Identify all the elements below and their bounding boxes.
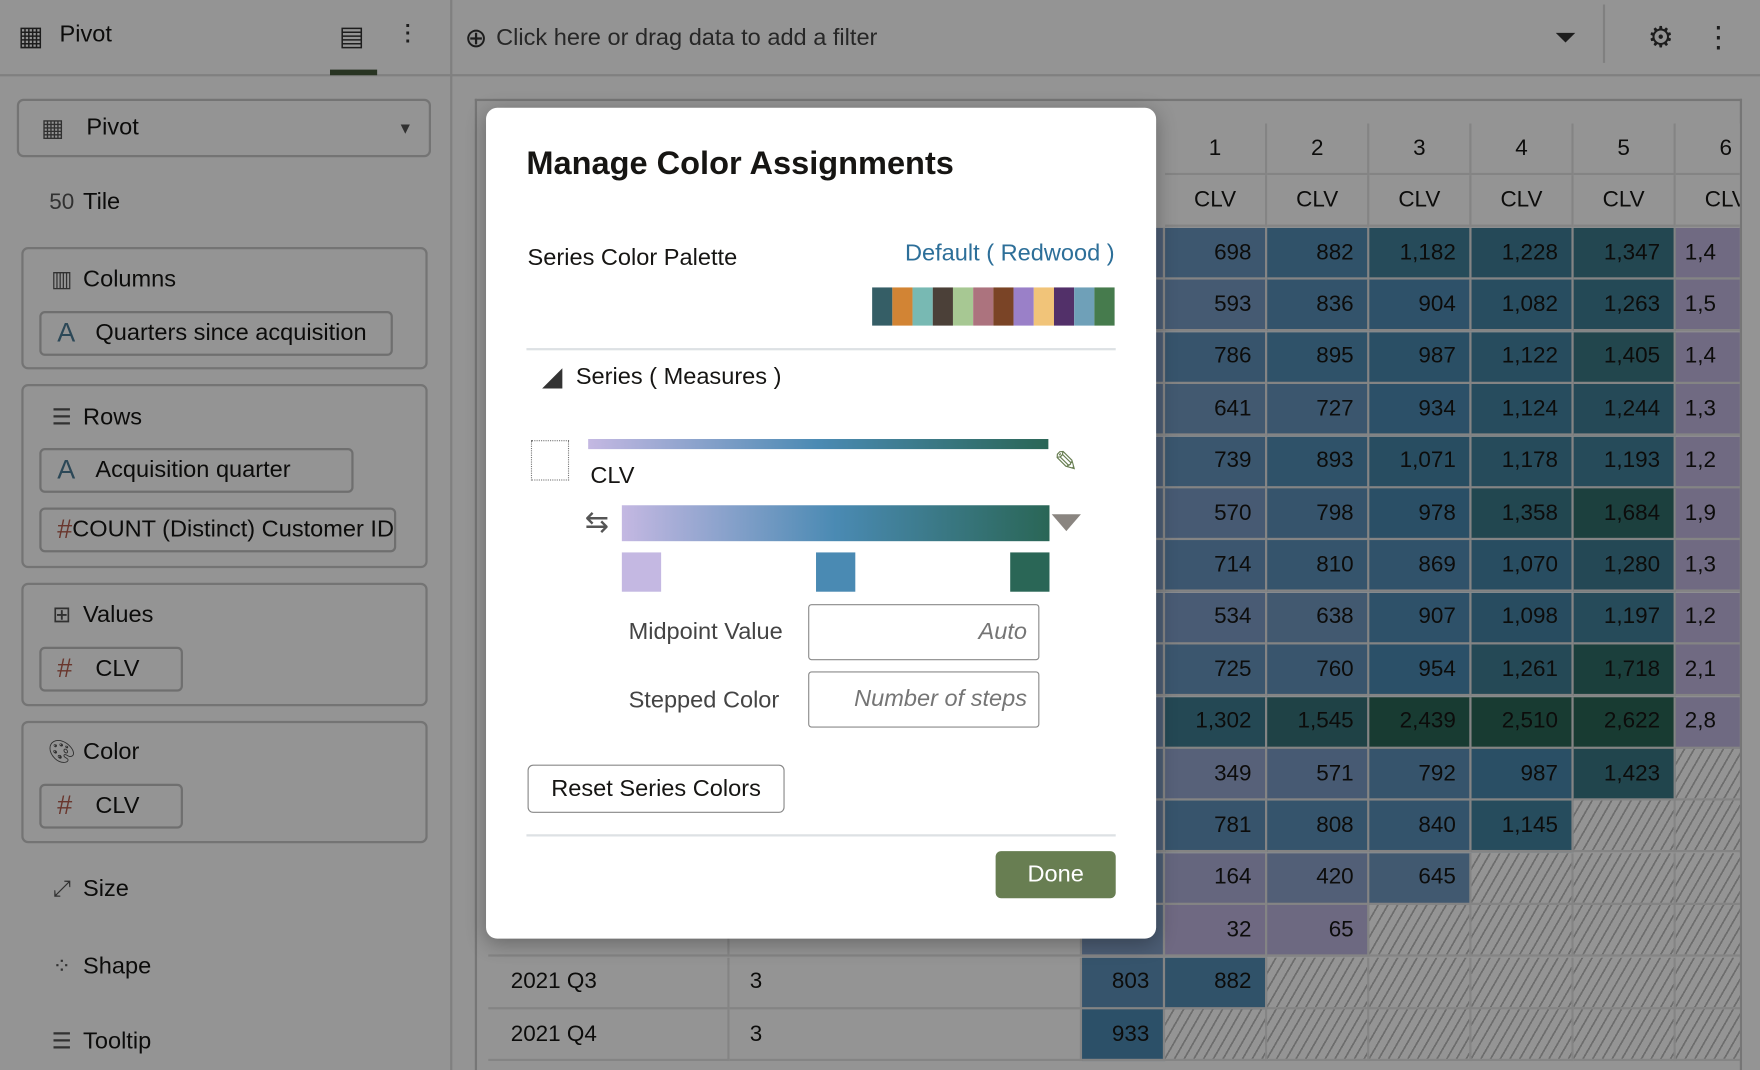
stepped-label: Stepped Color	[628, 687, 780, 713]
edit-pencil-icon[interactable]: ✎	[1054, 445, 1078, 480]
palette-swatch	[892, 287, 913, 326]
palette-swatches[interactable]	[872, 287, 1115, 326]
palette-swatch	[1094, 287, 1115, 326]
gradient-stop-swatch[interactable]	[816, 552, 856, 592]
reset-series-colors-button[interactable]: Reset Series Colors	[527, 764, 785, 813]
series-gradient-preview	[588, 439, 1049, 450]
divider	[526, 834, 1116, 837]
midpoint-input[interactable]	[808, 604, 1040, 661]
palette-swatch	[1033, 287, 1054, 326]
midpoint-label: Midpoint Value	[628, 618, 783, 645]
palette-link[interactable]: Default ( Redwood )	[905, 240, 1115, 267]
palette-swatch	[872, 287, 893, 326]
collapse-triangle-icon[interactable]	[542, 368, 563, 389]
gradient-stop-swatch[interactable]	[1010, 552, 1050, 592]
palette-swatch	[952, 287, 974, 326]
gradient-stop-swatch[interactable]	[621, 552, 662, 592]
divider	[526, 348, 1116, 351]
stepped-steps-input[interactable]	[808, 671, 1040, 728]
palette-label: Series Color Palette	[527, 244, 738, 271]
done-button[interactable]: Done	[995, 851, 1116, 899]
palette-swatch	[1074, 287, 1095, 326]
palette-swatch	[973, 287, 994, 326]
palette-swatch	[993, 287, 1014, 326]
series-section-header[interactable]: Series ( Measures )	[576, 364, 782, 391]
manage-color-dialog: Manage Color Assignments Series Color Pa…	[486, 107, 1157, 939]
series-name: CLV	[590, 462, 635, 489]
palette-swatch	[1013, 287, 1034, 326]
palette-swatch	[1053, 287, 1075, 326]
palette-swatch	[912, 287, 933, 326]
gradient-dropdown-icon[interactable]	[1051, 514, 1081, 532]
reverse-colors-icon[interactable]: ⇆	[585, 505, 609, 540]
palette-swatch	[932, 287, 953, 326]
dialog-title: Manage Color Assignments	[526, 145, 954, 182]
series-checkbox[interactable]	[530, 440, 570, 481]
gradient-bar[interactable]	[621, 505, 1050, 542]
